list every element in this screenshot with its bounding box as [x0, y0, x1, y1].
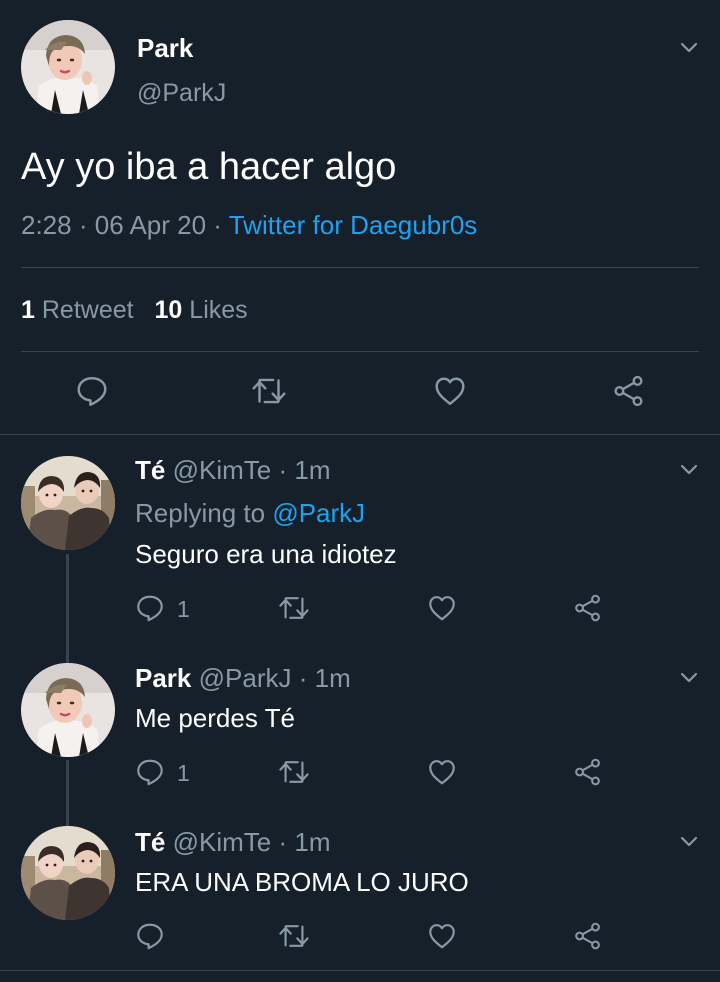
author-handle[interactable]: @KimTe — [173, 455, 272, 485]
thread-line — [66, 760, 69, 826]
reply-text: ERA UNA BROMA LO JURO — [135, 867, 469, 897]
divider — [0, 434, 720, 435]
avatar[interactable] — [21, 663, 115, 757]
share-icon[interactable] — [573, 921, 603, 951]
likes-label: Likes — [189, 296, 248, 324]
like-icon[interactable] — [427, 593, 457, 623]
author-name[interactable]: Té — [135, 455, 165, 485]
reply-text: Seguro era una idiotez — [135, 539, 397, 569]
author-handle[interactable]: @KimTe — [173, 827, 272, 857]
tweet-meta: 2:28 · 06 Apr 20 · Twitter for Daegubr0s — [21, 210, 477, 241]
retweet-label: Retweet — [41, 296, 134, 324]
chevron-down-icon[interactable] — [678, 458, 700, 480]
tweet-date: 06 Apr 20 — [94, 210, 207, 240]
author-name[interactable]: Té — [135, 827, 165, 857]
meta-separator: · — [78, 210, 88, 240]
retweet-count: 1 — [21, 296, 35, 324]
like-icon[interactable] — [427, 921, 457, 951]
retweet-icon[interactable] — [277, 593, 311, 623]
reply-header: Té @KimTe · 1m — [135, 455, 330, 486]
divider — [21, 267, 699, 268]
share-icon[interactable] — [612, 374, 646, 408]
divider — [21, 351, 699, 352]
like-icon[interactable] — [427, 757, 457, 787]
reply-time: 1m — [294, 827, 331, 857]
reply-icon[interactable] — [135, 757, 165, 787]
tweet-text: Ay yo iba a hacer algo — [21, 146, 397, 188]
chevron-down-icon[interactable] — [678, 36, 700, 58]
author-handle[interactable]: @ParkJ — [137, 79, 226, 108]
meta-separator: · — [278, 827, 288, 857]
tweet-time: 2:28 — [21, 210, 72, 240]
tweet-stats: 1 Retweet 10 Likes — [21, 296, 248, 325]
retweets-stat[interactable]: 1 Retweet — [21, 296, 141, 324]
avatar[interactable] — [21, 20, 115, 114]
retweet-icon[interactable] — [277, 757, 311, 787]
thread-line — [66, 554, 69, 664]
retweet-icon[interactable] — [277, 921, 311, 951]
replying-handle-link[interactable]: @ParkJ — [272, 498, 365, 528]
share-icon[interactable] — [573, 593, 603, 623]
reply-icon[interactable] — [135, 593, 165, 623]
reply-header: Park @ParkJ · 1m — [135, 663, 351, 694]
retweet-icon[interactable] — [250, 374, 288, 408]
reply-icon[interactable] — [135, 921, 165, 951]
avatar[interactable] — [21, 826, 115, 920]
replying-label: Replying to — [135, 498, 266, 528]
chevron-down-icon[interactable] — [678, 666, 700, 688]
author-handle[interactable]: @ParkJ — [199, 663, 292, 693]
reply-header: Té @KimTe · 1m — [135, 827, 330, 858]
likes-stat[interactable]: 10 Likes — [155, 296, 248, 324]
reply-count: 1 — [177, 596, 190, 622]
meta-separator: · — [278, 455, 288, 485]
tweet-source-link[interactable]: Twitter for Daegubr0s — [229, 210, 478, 240]
author-name[interactable]: Park — [137, 33, 193, 64]
reply-text: Me perdes Té — [135, 703, 295, 733]
reply-time: 1m — [294, 455, 331, 485]
author-name[interactable]: Park — [135, 663, 191, 693]
avatar[interactable] — [21, 456, 115, 550]
like-icon[interactable] — [433, 374, 467, 408]
chevron-down-icon[interactable] — [678, 830, 700, 852]
replying-to: Replying to @ParkJ — [135, 498, 365, 529]
meta-separator: · — [213, 210, 222, 240]
reply-count: 1 — [177, 760, 190, 786]
meta-separator: · — [298, 663, 308, 693]
reply-time: 1m — [314, 663, 351, 693]
likes-count: 10 — [154, 296, 183, 324]
share-icon[interactable] — [573, 757, 603, 787]
reply-icon[interactable] — [75, 374, 109, 408]
divider — [0, 970, 720, 971]
